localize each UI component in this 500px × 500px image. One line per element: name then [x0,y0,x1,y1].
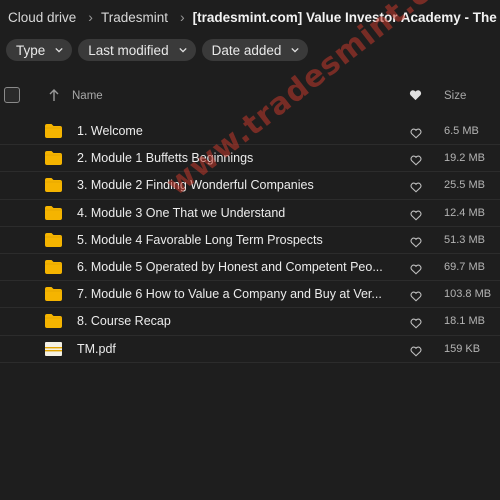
arrow-up-icon[interactable] [48,88,60,102]
table-row[interactable]: 6. Module 5 Operated by Honest and Compe… [0,254,500,282]
file-name[interactable]: 7. Module 6 How to Value a Company and B… [77,287,389,301]
chevron-down-icon [178,47,187,53]
filter-date-added-button[interactable]: Date added [201,39,309,61]
filter-type-button[interactable]: Type [6,39,73,61]
heart-icon[interactable] [410,344,422,357]
filter-bar: Type Last modified Date added [6,39,309,61]
folder-icon [45,287,62,302]
file-name[interactable]: 5. Module 4 Favorable Long Term Prospect… [77,233,389,247]
chevron-down-icon [55,47,63,53]
column-header-size[interactable]: Size [444,90,466,102]
heart-icon[interactable] [410,289,422,302]
folder-icon [45,232,62,247]
file-size: 18.1 MB [444,315,485,328]
heart-icon[interactable] [410,316,422,329]
chevron-down-icon [291,47,300,53]
heart-icon[interactable] [410,235,422,248]
file-name[interactable]: 6. Module 5 Operated by Honest and Compe… [77,260,389,274]
breadcrumb-separator-icon: › [88,9,93,25]
file-size: 19.2 MB [444,152,485,165]
folder-icon [45,259,62,274]
folder-icon [45,205,62,220]
file-size: 12.4 MB [444,206,485,219]
file-name[interactable]: 3. Module 2 Finding Wonderful Companies [77,178,389,192]
table-row[interactable]: 3. Module 2 Finding Wonderful Companies 2… [0,172,500,200]
pdf-file-icon [45,341,62,356]
heart-icon[interactable] [410,153,422,166]
folder-icon [45,314,62,329]
table-row[interactable]: TM.pdf 159 KB [0,336,500,363]
table-row[interactable]: 2. Module 1 Buffetts Beginnings 19.2 MB [0,145,500,173]
file-name[interactable]: 4. Module 3 One That we Understand [77,206,389,220]
filter-date-added-label: Date added [211,42,282,58]
column-header-name[interactable]: Name [72,90,103,102]
file-size: 6.5 MB [444,125,479,137]
heart-icon[interactable] [410,126,422,139]
file-size: 51.3 MB [444,233,485,246]
file-size: 159 KB [444,342,481,355]
file-size: 103.8 MB [444,288,492,301]
breadcrumb-separator-icon: › [180,9,185,25]
file-list: 1. Welcome 6.5 MB 2. Module 1 Buffetts Beg… [0,118,500,363]
filter-last-modified-button[interactable]: Last modified [78,39,196,61]
breadcrumb-cloud-drive[interactable]: Cloud drive [0,10,76,25]
filter-last-modified-label: Last modified [88,42,169,58]
file-name[interactable]: TM.pdf [77,342,389,356]
heart-icon[interactable] [410,180,422,193]
heart-icon[interactable] [409,89,422,101]
heart-icon[interactable] [410,208,422,221]
table-row[interactable]: 8. Course Recap 18.1 MB [0,308,500,336]
heart-icon[interactable] [410,262,422,275]
folder-icon [45,124,62,138]
breadcrumb-tradesmint[interactable]: Tradesmint [93,10,168,25]
select-all-checkbox[interactable] [4,87,20,103]
table-row[interactable]: 7. Module 6 How to Value a Company and B… [0,281,500,309]
folder-icon [45,151,62,166]
file-size: 25.5 MB [444,179,485,192]
breadcrumb-current-folder: [tradesmint.com] Value Investor Academy … [192,9,500,25]
file-name[interactable]: 8. Course Recap [77,314,389,328]
filter-type-label: Type [16,42,46,58]
file-size: 69.7 MB [444,260,485,273]
table-row[interactable]: 5. Module 4 Favorable Long Term Prospect… [0,227,500,254]
table-row[interactable]: 4. Module 3 One That we Understand 12.4 M… [0,200,500,227]
folder-icon [45,178,62,193]
